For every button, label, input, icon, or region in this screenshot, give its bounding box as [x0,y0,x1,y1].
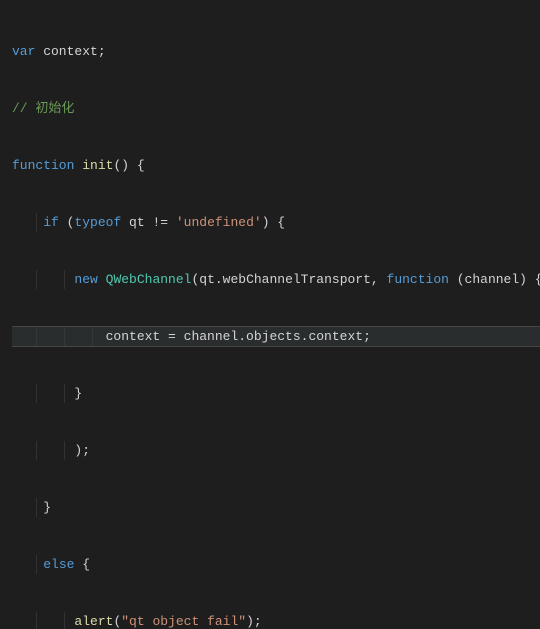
keyword: function [12,158,74,173]
text: (qt.webChannelTransport, [191,272,386,287]
code-line[interactable]: ); [12,441,540,460]
code-line[interactable]: else { [12,555,540,574]
class-name: QWebChannel [106,272,192,287]
punct: ( [59,215,75,230]
indent [12,443,74,458]
punct: () { [113,158,144,173]
code-line-active[interactable]: context = channel.objects.context; [12,326,540,347]
space [98,272,106,287]
punct: ); [74,443,90,458]
code-line[interactable]: if (typeof qt != 'undefined') { [12,213,540,232]
code-line[interactable]: var context; [12,42,540,61]
indent [12,557,43,572]
punct: ; [98,44,106,59]
code-line[interactable]: function init() { [12,156,540,175]
text: context = channel.objects.context; [106,329,371,344]
function-call: alert [74,614,113,629]
code-line[interactable]: // 初始化 [12,99,540,118]
code-editor[interactable]: var context; // 初始化 function init() { if… [0,0,540,629]
keyword: new [74,272,97,287]
indent [12,614,74,629]
code-line[interactable]: } [12,498,540,517]
indent [12,215,43,230]
identifier: context [35,44,97,59]
keyword: function [387,272,449,287]
indent [12,500,43,515]
code-line[interactable]: } [12,384,540,403]
keyword: var [12,44,35,59]
punct: (channel) { [449,272,540,287]
text: qt != [121,215,176,230]
function-name: init [74,158,113,173]
punct: } [43,500,51,515]
punct: ); [246,614,262,629]
indent [12,272,74,287]
punct: { [74,557,90,572]
keyword: if [43,215,59,230]
code-line[interactable]: new QWebChannel(qt.webChannelTransport, … [12,270,540,289]
punct: } [74,386,82,401]
comment: // 初始化 [12,101,74,116]
indent [12,386,74,401]
string: 'undefined' [176,215,262,230]
keyword: else [43,557,74,572]
punct: ) { [262,215,285,230]
keyword: typeof [74,215,121,230]
string: "qt object fail" [121,614,246,629]
code-line[interactable]: alert("qt object fail"); [12,612,540,629]
